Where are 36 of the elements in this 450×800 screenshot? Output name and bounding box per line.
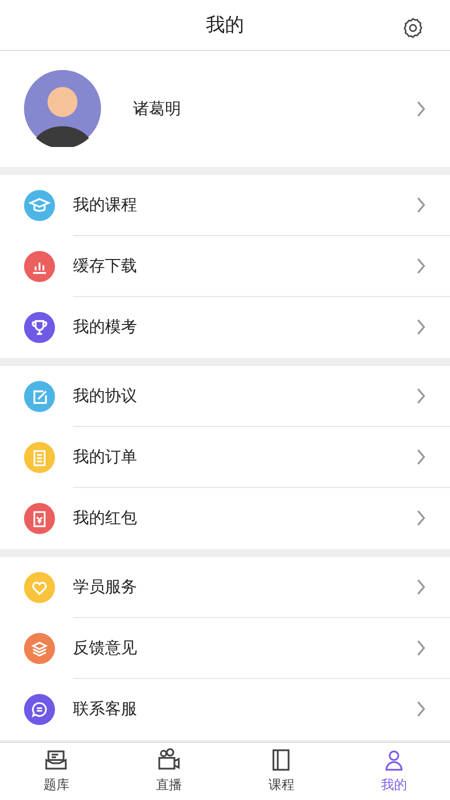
menu-label: 反馈意见 xyxy=(73,636,138,659)
tab[interactable]: 我的 xyxy=(338,742,450,800)
chevron-icon xyxy=(416,578,426,595)
menu-label: 我的模考 xyxy=(73,316,138,338)
menu-label: 缓存下载 xyxy=(73,254,138,277)
menu-label: 我的协议 xyxy=(73,384,138,407)
menu-item[interactable]: 反馈意见 xyxy=(0,618,450,679)
menu-label: 学员服务 xyxy=(73,576,138,598)
settings-icon[interactable] xyxy=(402,17,424,39)
tab[interactable]: 直播 xyxy=(112,742,225,800)
menu-item[interactable]: 我的订单 xyxy=(0,426,450,488)
profile-row[interactable]: 诸葛明 xyxy=(0,50,450,167)
menu-label: 我的订单 xyxy=(73,446,138,468)
menu-item[interactable]: 联系客服 xyxy=(0,678,450,740)
chevron-icon xyxy=(416,319,426,336)
chevron-icon xyxy=(416,196,426,213)
tab[interactable]: 课程 xyxy=(225,742,338,800)
chevron-icon xyxy=(416,100,426,117)
menu-label: 我的课程 xyxy=(73,194,138,216)
chevron-icon xyxy=(416,510,426,526)
chevron-icon xyxy=(416,640,426,656)
chevron-icon xyxy=(416,701,426,718)
chevron-icon xyxy=(416,448,426,465)
page-title: 我的 xyxy=(206,12,244,38)
user-name: 诸葛明 xyxy=(133,98,182,120)
menu-item[interactable]: 我的协议 xyxy=(0,366,450,427)
menu-item[interactable]: 缓存下载 xyxy=(0,236,450,297)
chevron-icon xyxy=(416,388,426,404)
menu-item[interactable]: 学员服务 xyxy=(0,556,450,618)
menu-item[interactable]: 我的课程 xyxy=(0,174,450,236)
menu-label: 我的红包 xyxy=(73,507,138,530)
tab[interactable]: 题库 xyxy=(0,742,112,800)
menu-item[interactable]: 我的模考 xyxy=(0,296,450,358)
menu-label: 联系客服 xyxy=(73,698,138,720)
menu-item[interactable]: 我的红包 xyxy=(0,488,450,549)
chevron-icon xyxy=(416,258,426,274)
